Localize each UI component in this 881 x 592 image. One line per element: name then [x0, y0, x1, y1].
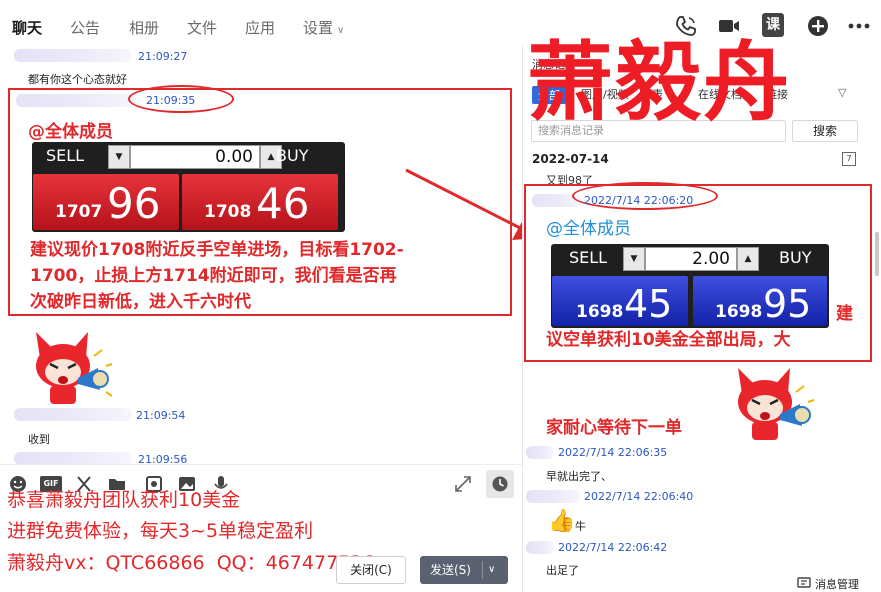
sell-price-small: 1707: [55, 202, 103, 222]
history-button[interactable]: [486, 470, 514, 498]
chevron-down-icon: ∨: [337, 25, 345, 36]
tab-album[interactable]: 相册: [129, 17, 159, 38]
buy-price-big: 46: [256, 179, 310, 228]
thumbs-up-emoji: 👍: [548, 509, 576, 534]
tab-announcement[interactable]: 公告: [70, 17, 100, 38]
message-text: 收到: [28, 433, 50, 446]
lot-value: 0.00: [215, 147, 253, 167]
message-text: 早就出完了、: [546, 470, 612, 483]
decrease-lot-button[interactable]: ▼: [623, 247, 645, 271]
sell-price-panel[interactable]: 1707 96: [33, 174, 179, 230]
mention-all: @全体成员: [546, 219, 631, 239]
message-manager-icon: [797, 577, 811, 588]
message-text: 都有你这个心态就好: [28, 73, 127, 86]
app-window: { "nav": { "tabs": [ {"label": "聊天"}, {"…: [0, 0, 881, 592]
lot-input[interactable]: 2.00: [645, 247, 737, 271]
sell-price-big: 96: [107, 179, 161, 228]
tab-chat[interactable]: 聊天: [12, 17, 42, 38]
sell-label: SELL: [46, 146, 85, 165]
message-time: 21:09:35: [146, 94, 196, 107]
trade-widget: SELL ▼ 0.00 ▲ BUY 1707 96 1708 46: [32, 142, 345, 232]
wait-message: 家耐心等待下一单: [546, 418, 682, 438]
buy-price-small: 1708: [204, 202, 252, 222]
calendar-icon[interactable]: 7: [842, 152, 856, 166]
promo-line: 进群免费体验，每天3~5单稳定盈利: [7, 520, 314, 542]
fox-mascot-sticker: [36, 332, 113, 404]
sender-name: [16, 94, 136, 107]
message-time: 2022/7/14 22:06:35: [558, 446, 668, 459]
buy-price-big: 95: [763, 282, 812, 326]
tab-settings-label: 设置: [303, 19, 334, 37]
buy-price-panel[interactable]: 1708 46: [182, 174, 338, 230]
advice-line: 次破昨日新低，进入千六时代: [30, 292, 251, 312]
send-button[interactable]: 发送(S) ∨: [420, 556, 508, 584]
sender-name: [526, 490, 580, 503]
advice-line: 1700，止损上方1714附近即可，我们看是否再: [30, 266, 397, 286]
scrollbar[interactable]: [875, 232, 879, 276]
sender-name: [526, 446, 554, 459]
buy-label: BUY: [276, 146, 309, 165]
filter-icon[interactable]: ▽: [838, 86, 846, 99]
send-divider: [482, 561, 483, 579]
buy-price-panel[interactable]: 1698 95: [693, 276, 827, 326]
message-text: 出足了: [546, 564, 579, 577]
tab-apps[interactable]: 应用: [245, 17, 275, 38]
clock-icon: [492, 476, 508, 492]
advice-line: 建议现价1708附近反手空单进场，目标看1702-: [30, 240, 404, 260]
message-time: 2022/7/14 22:06:40: [584, 490, 694, 503]
increase-lot-button[interactable]: ▲: [737, 247, 759, 271]
tab-files[interactable]: 文件: [187, 17, 217, 38]
message-time: 2022/7/14 22:06:20: [584, 194, 694, 207]
message-time: 21:09:54: [136, 409, 186, 422]
sender-name: [526, 541, 554, 554]
sell-price-panel[interactable]: 1698 45: [552, 276, 688, 326]
record-date: 2022-07-14: [532, 152, 609, 166]
tab-settings[interactable]: 设置 ∨: [303, 17, 344, 38]
lot-input[interactable]: 0.00: [130, 145, 260, 169]
sender-name: [14, 408, 132, 421]
buy-label: BUY: [779, 248, 812, 267]
record-search-button[interactable]: 搜索: [792, 120, 858, 142]
lot-value: 2.00: [692, 249, 730, 269]
message-manager-button[interactable]: 消息管理: [815, 576, 859, 592]
buy-price-small: 1698: [715, 302, 763, 322]
promo-line: 萧毅舟vx：QTC66866 QQ：467477536: [7, 552, 375, 574]
decrease-lot-button[interactable]: ▼: [108, 145, 130, 169]
watermark-title: 萧毅舟: [527, 33, 791, 133]
message-time: 21:09:27: [138, 50, 188, 63]
send-options-icon[interactable]: ∨: [488, 556, 495, 584]
mention-all: @全体成员: [28, 122, 113, 142]
result-line: 议空单获利10美金全部出局，大: [546, 330, 791, 350]
send-label: 发送(S): [430, 563, 471, 577]
message-text: 牛: [575, 520, 586, 533]
expand-icon[interactable]: [454, 475, 472, 493]
close-button[interactable]: 关闭(C): [336, 556, 406, 584]
message-time: 2022/7/14 22:06:42: [558, 541, 668, 554]
fox-mascot-sticker: [738, 368, 815, 440]
trade-widget: SELL ▼ 2.00 ▲ BUY 1698 45 1698 95: [551, 244, 829, 328]
sell-price-small: 1698: [576, 302, 624, 322]
result-line: 建: [836, 304, 853, 324]
promo-line: 恭喜萧毅舟团队获利10美金: [7, 489, 241, 511]
sell-price-big: 45: [624, 282, 673, 326]
more-icon[interactable]: [846, 13, 872, 39]
sell-label: SELL: [569, 248, 608, 267]
sender-name: [14, 49, 132, 62]
add-icon[interactable]: [805, 13, 831, 39]
